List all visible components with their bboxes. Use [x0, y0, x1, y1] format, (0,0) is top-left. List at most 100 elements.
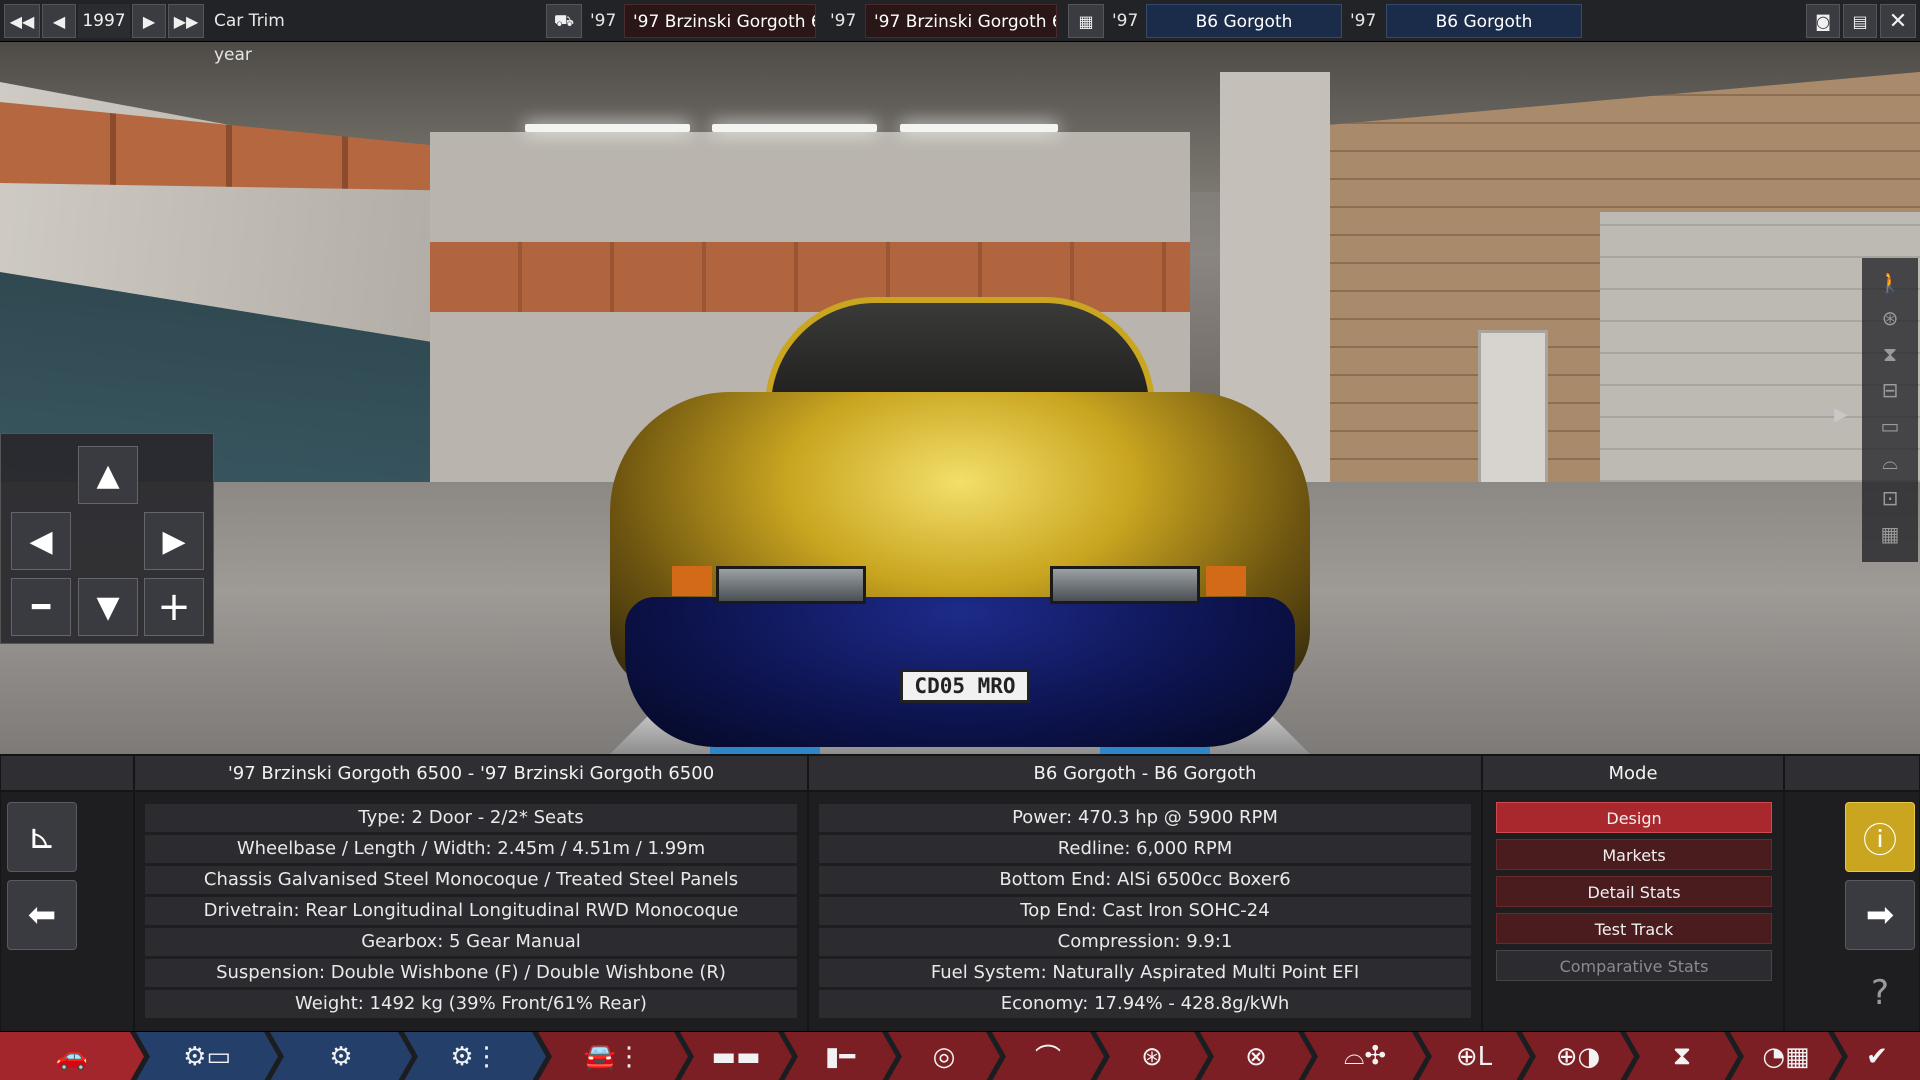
rewind-year-button[interactable]: ◀◀ [4, 4, 40, 38]
close-button[interactable]: ✕ [1880, 4, 1916, 38]
engine-stat-top-end: Top End: Cast Iron SOHC-24 [819, 897, 1471, 925]
model-selector-2[interactable]: '97 Brzinski Gorgoth 650 [865, 4, 1057, 38]
back-button[interactable]: ⬅ [7, 880, 77, 950]
engine-selector-1[interactable]: B6 Gorgoth [1146, 4, 1342, 38]
calculator-button[interactable]: ▤ [1843, 4, 1877, 38]
car-body-icon[interactable]: ⌓ [1876, 448, 1904, 476]
engine-stats-panel: Power: 470.3 hp @ 5900 RPM Redline: 6,00… [808, 791, 1482, 1032]
nav-aero-tab[interactable]: ⌓✣ [1304, 1032, 1426, 1080]
mode-markets-button[interactable]: Markets [1496, 839, 1772, 870]
ceiling-lamp [900, 124, 1058, 132]
nav-finish-tab[interactable]: ✔ [1834, 1032, 1920, 1080]
minus-icon: ━ [31, 589, 51, 625]
zoom-out-button[interactable]: ━ [11, 578, 71, 636]
spring-icon: ⧗ [1672, 1041, 1692, 1071]
wheel-icon[interactable]: ⊛ [1876, 304, 1904, 332]
camera-icon: ◙ [1815, 11, 1831, 31]
car-stat-suspension: Suspension: Double Wishbone (F) / Double… [145, 959, 797, 987]
aero-icon: ⌓✣ [1343, 1041, 1387, 1071]
nav-tyres-tab[interactable]: ⊕◑ [1522, 1032, 1634, 1080]
nav-testing-tab[interactable]: ◔▦ [1730, 1032, 1842, 1080]
fast-forward-year-button[interactable]: ▶▶ [168, 4, 204, 38]
engine-icon: ▦ [1078, 11, 1094, 31]
nav-trim-tab[interactable]: 🚘⋮ [538, 1032, 688, 1080]
mode-design-button[interactable]: Design [1496, 802, 1772, 833]
engine-panel-title: B6 Gorgoth - B6 Gorgoth [808, 755, 1482, 791]
nav-suspension-tab[interactable]: ⊕L [1418, 1032, 1530, 1080]
car-stat-dimensions: Wheelbase / Length / Width: 2.45m / 4.51… [145, 835, 797, 863]
previous-year-button[interactable]: ◀ [42, 4, 76, 38]
car-headlight-right [1050, 566, 1200, 604]
nav-interior-tab[interactable]: ⌒ [992, 1032, 1104, 1080]
warning-button[interactable]: ⓘ [1845, 802, 1915, 872]
help-button[interactable]: ? [1845, 958, 1915, 1028]
gear-half-icon: ⌒ [1034, 1044, 1061, 1074]
car-model-icon: ⛟ [553, 10, 575, 30]
engine-stat-bottom-end: Bottom End: AlSi 6500cc Boxer6 [819, 866, 1471, 894]
year-value: 1997 [78, 4, 130, 38]
engine-stat-power: Power: 470.3 hp @ 5900 RPM [819, 804, 1471, 832]
next-year-button[interactable]: ▶ [132, 4, 166, 38]
nav-fixtures-tab[interactable]: ◎ [888, 1032, 1000, 1080]
close-icon: ✕ [1888, 8, 1908, 34]
grid-icon[interactable]: ▦ [1876, 520, 1904, 548]
nav-brakes-tab[interactable]: ⊗ [1200, 1032, 1312, 1080]
left-control-header [0, 755, 134, 791]
nav-chassis-tab[interactable]: ▮━ [784, 1032, 896, 1080]
engine-variant-icon: ⚙ [329, 1041, 353, 1072]
model-selector-1[interactable]: '97 Brzinski Gorgoth 650 [624, 4, 816, 38]
car-trim-icon: 🚘⋮ [583, 1041, 643, 1072]
warning-icon: ⓘ [1863, 820, 1897, 861]
car-stats-panel: Type: 2 Door - 2/2* Seats Wheelbase / Le… [134, 791, 808, 1032]
engine-button[interactable]: ▦ [1068, 4, 1104, 38]
car-body-icon: ▬▬ [711, 1041, 761, 1072]
steering-wheel-icon: ⊕L [1455, 1041, 1493, 1072]
nav-engine-family-tab[interactable]: ⚙▭ [136, 1032, 278, 1080]
engine-family-icon: ⚙▭ [183, 1041, 231, 1072]
expand-sidebar-arrow-icon[interactable]: ▶ [1826, 400, 1856, 430]
car-stat-gearbox: Gearbox: 5 Gear Manual [145, 928, 797, 956]
panel-icon[interactable]: ▭ [1876, 412, 1904, 440]
chassis-icon[interactable]: ⊡ [1876, 484, 1904, 512]
nav-engine-parts-tab[interactable]: ⚙⋮ [404, 1032, 546, 1080]
mode-detail-stats-button[interactable]: Detail Stats [1496, 876, 1772, 907]
zoom-in-button[interactable]: + [144, 578, 204, 636]
mode-panel-title: Mode [1482, 755, 1784, 791]
double-left-arrow-icon: ◀◀ [9, 11, 35, 31]
engine-stat-compression: Compression: 9.9:1 [819, 928, 1471, 956]
engine-selector-2[interactable]: B6 Gorgoth [1386, 4, 1582, 38]
nav-wheels-tab[interactable]: ⊛ [1096, 1032, 1208, 1080]
mode-test-track-button[interactable]: Test Track [1496, 913, 1772, 944]
nav-body-tab[interactable]: ▬▬ [680, 1032, 792, 1080]
screenshot-button[interactable]: ◙ [1806, 4, 1840, 38]
car-3d-viewport[interactable]: CD05 MRO [0, 42, 1920, 754]
camera-control-pad: ▲ ◀ ▶ ━ ▼ + [0, 433, 214, 644]
car-stat-drivetrain: Drivetrain: Rear Longitudinal Longitudin… [145, 897, 797, 925]
right-arrow-icon: ▶ [162, 523, 186, 559]
nav-tuning-tab[interactable]: ⧗ [1626, 1032, 1738, 1080]
nav-engine-variant-tab[interactable]: ⚙ [270, 1032, 412, 1080]
camera-right-button[interactable]: ▶ [144, 512, 204, 570]
engine-bay-icon[interactable]: ⊟ [1876, 376, 1904, 404]
license-plate: CD05 MRO [900, 669, 1030, 703]
back-arrow-icon: ⬅ [27, 895, 57, 935]
pedestrian-icon[interactable]: 🚶 [1876, 268, 1904, 296]
car-indicator-left [672, 566, 712, 596]
engine-year-2: '97 [1350, 11, 1377, 31]
car-indicator-right [1206, 566, 1246, 596]
camera-up-button[interactable]: ▲ [78, 446, 138, 504]
left-arrow-icon: ◀ [52, 11, 66, 31]
spring-icon[interactable]: ⧗ [1876, 340, 1904, 368]
next-button[interactable]: ➡ [1845, 880, 1915, 950]
car-model-button[interactable]: ⛟ [546, 4, 582, 38]
right-control-column: ⓘ ➡ ? [1784, 791, 1920, 1032]
forward-arrow-icon: ➡ [1865, 895, 1895, 935]
ceiling-lamp [525, 124, 690, 132]
year-label: Car Trim year [214, 11, 285, 65]
mode-comparative-stats-button[interactable]: Comparative Stats [1496, 950, 1772, 981]
camera-left-button[interactable]: ◀ [11, 512, 71, 570]
wheel-icon: ⊛ [1141, 1041, 1163, 1072]
axis-view-button[interactable]: ⊾ [7, 802, 77, 872]
camera-down-button[interactable]: ▼ [78, 578, 138, 636]
nav-car-tab[interactable]: 🚗 [0, 1032, 144, 1080]
